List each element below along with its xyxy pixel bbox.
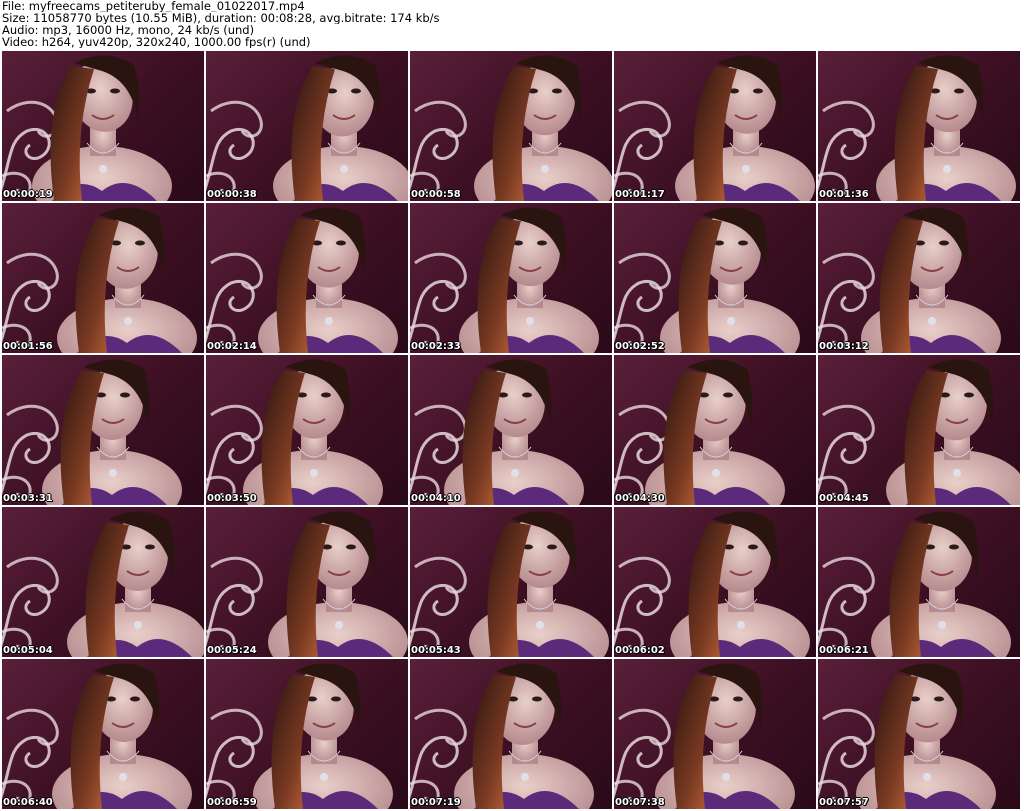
video-frame-thumbnail: 00:01:17 bbox=[614, 51, 816, 201]
video-frame-thumbnail: 00:00:58 bbox=[410, 51, 612, 201]
frame-image bbox=[818, 663, 996, 809]
frame-image bbox=[2, 207, 197, 353]
thumbnail-grid: 00:00:19 00:00:38 00:00:58 00:01:17 00:01:36… bbox=[2, 51, 1020, 809]
video-frame-thumbnail: 00:01:36 bbox=[818, 51, 1020, 201]
frame-image bbox=[410, 511, 609, 657]
frame-image bbox=[818, 511, 1011, 657]
video-frame-thumbnail: 00:03:12 bbox=[818, 203, 1020, 353]
video-frame-thumbnail: 00:06:02 bbox=[614, 507, 816, 657]
frame-timestamp: 00:06:59 bbox=[207, 797, 257, 808]
video-frame-thumbnail: 00:01:56 bbox=[2, 203, 204, 353]
video-frame-thumbnail: 00:00:19 bbox=[2, 51, 204, 201]
video-frame-thumbnail: 00:02:52 bbox=[614, 203, 816, 353]
frame-image bbox=[206, 511, 408, 657]
video-frame-thumbnail: 00:06:40 bbox=[2, 659, 204, 809]
video-frame-thumbnail: 00:06:59 bbox=[206, 659, 408, 809]
frame-timestamp: 00:07:19 bbox=[411, 797, 461, 808]
video-frame-thumbnail: 00:06:21 bbox=[818, 507, 1020, 657]
frame-timestamp: 00:06:21 bbox=[819, 645, 869, 656]
frame-timestamp: 00:00:19 bbox=[3, 189, 53, 200]
frame-timestamp: 00:01:17 bbox=[615, 189, 665, 200]
frame-timestamp: 00:05:04 bbox=[3, 645, 53, 656]
video-frame-thumbnail: 00:02:33 bbox=[410, 203, 612, 353]
frame-timestamp: 00:03:12 bbox=[819, 341, 869, 352]
video-frame-thumbnail: 00:03:50 bbox=[206, 355, 408, 505]
video-frame-thumbnail: 00:04:30 bbox=[614, 355, 816, 505]
frame-image bbox=[2, 511, 204, 657]
frame-image bbox=[614, 207, 800, 353]
frame-image bbox=[818, 55, 1016, 201]
frame-image bbox=[410, 207, 599, 353]
frame-image bbox=[206, 663, 393, 809]
frame-image bbox=[410, 55, 612, 201]
frame-image bbox=[410, 359, 584, 505]
frame-image bbox=[614, 359, 785, 505]
frame-timestamp: 00:00:38 bbox=[207, 189, 257, 200]
frame-image bbox=[206, 207, 398, 353]
frame-image bbox=[2, 359, 182, 505]
frame-timestamp: 00:06:02 bbox=[615, 645, 665, 656]
frame-timestamp: 00:02:33 bbox=[411, 341, 461, 352]
frame-image bbox=[818, 207, 1001, 353]
video-frame-thumbnail: 00:05:43 bbox=[410, 507, 612, 657]
video-frame-thumbnail: 00:07:38 bbox=[614, 659, 816, 809]
video-frame-thumbnail: 00:04:10 bbox=[410, 355, 612, 505]
frame-timestamp: 00:03:31 bbox=[3, 493, 53, 504]
frame-image bbox=[614, 511, 810, 657]
frame-image bbox=[614, 55, 815, 201]
frame-image bbox=[206, 55, 408, 201]
frame-timestamp: 00:02:52 bbox=[615, 341, 665, 352]
video-frame-thumbnail: 00:05:24 bbox=[206, 507, 408, 657]
frame-timestamp: 00:00:58 bbox=[411, 189, 461, 200]
frame-image bbox=[206, 359, 383, 505]
video-frame-thumbnail: 00:05:04 bbox=[2, 507, 204, 657]
frame-timestamp: 00:05:43 bbox=[411, 645, 461, 656]
video-info-line: Video: h264, yuv420p, 320x240, 1000.00 f… bbox=[2, 36, 311, 48]
frame-timestamp: 00:03:50 bbox=[207, 493, 257, 504]
video-frame-thumbnail: 00:03:31 bbox=[2, 355, 204, 505]
frame-timestamp: 00:04:10 bbox=[411, 493, 461, 504]
size-duration-line: Size: 11058770 bytes (10.55 MiB), durati… bbox=[2, 12, 440, 24]
frame-timestamp: 00:06:40 bbox=[3, 797, 53, 808]
frame-image bbox=[2, 55, 172, 201]
frame-timestamp: 00:04:30 bbox=[615, 493, 665, 504]
frame-image bbox=[410, 663, 594, 809]
video-frame-thumbnail: 00:07:57 bbox=[818, 659, 1020, 809]
file-name-line: File: myfreecams_petiteruby_female_01022… bbox=[2, 0, 305, 12]
frame-timestamp: 00:01:56 bbox=[3, 341, 53, 352]
frame-image bbox=[2, 663, 192, 809]
video-frame-thumbnail: 00:02:14 bbox=[206, 203, 408, 353]
frame-timestamp: 00:07:38 bbox=[615, 797, 665, 808]
video-info-header: File: myfreecams_petiteruby_female_01022… bbox=[2, 0, 1022, 48]
video-frame-thumbnail: 00:07:19 bbox=[410, 659, 612, 809]
video-frame-thumbnail: 00:00:38 bbox=[206, 51, 408, 201]
frame-timestamp: 00:04:45 bbox=[819, 493, 869, 504]
frame-timestamp: 00:07:57 bbox=[819, 797, 869, 808]
frame-image bbox=[614, 663, 795, 809]
audio-info-line: Audio: mp3, 16000 Hz, mono, 24 kb/s (und… bbox=[2, 24, 255, 36]
frame-timestamp: 00:01:36 bbox=[819, 189, 869, 200]
frame-timestamp: 00:05:24 bbox=[207, 645, 257, 656]
video-frame-thumbnail: 00:04:45 bbox=[818, 355, 1020, 505]
frame-image bbox=[818, 359, 1020, 505]
frame-timestamp: 00:02:14 bbox=[207, 341, 257, 352]
